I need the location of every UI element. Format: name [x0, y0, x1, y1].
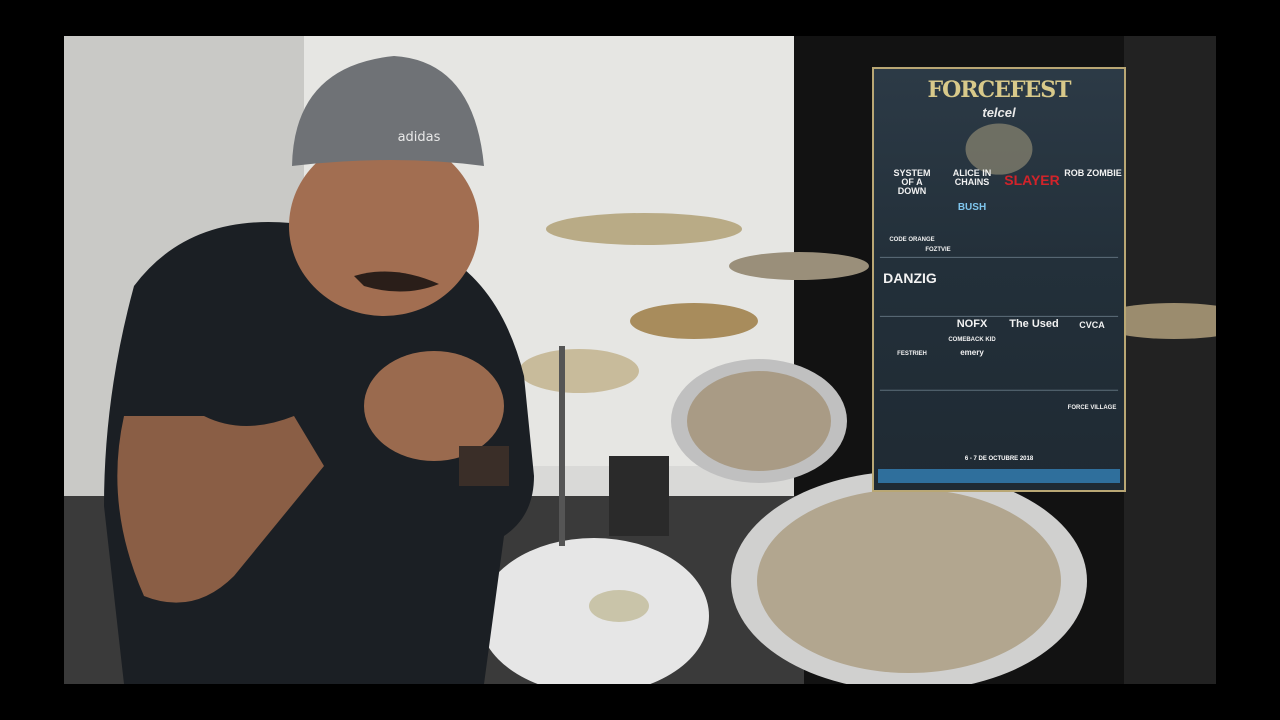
hihat-cymbal — [519, 349, 639, 393]
video-frame: adidas FORCEFEST telcel SYSTEM OF A DOWN… — [64, 36, 1216, 684]
band-3: SLAYER — [1004, 172, 1060, 188]
svg-text:adidas: adidas — [398, 130, 441, 145]
festival-poster: FORCEFEST telcel SYSTEM OF A DOWN ALICE … — [872, 67, 1126, 492]
band-15: FORCE VILLAGE — [1067, 405, 1117, 411]
band-1: SYSTEM OF A DOWN — [893, 168, 931, 196]
band-10: The Used — [1009, 318, 1059, 330]
band-14: FESTRIEH — [897, 351, 927, 357]
band-2: ALICE IN CHAINS — [952, 168, 992, 187]
band-4: ROB ZOMBIE — [1064, 168, 1122, 178]
poster-date: 6 - 7 DE OCTUBRE 2018 — [964, 456, 1034, 462]
band-12: COMEBACK KID — [948, 337, 996, 343]
drum-module — [609, 456, 669, 536]
band-6: CODE ORANGE — [889, 237, 935, 243]
ride-cymbal — [729, 252, 869, 280]
band-5: BUSH — [957, 202, 987, 213]
band-13: emery — [960, 348, 984, 357]
band-8: DANZIG — [883, 270, 937, 286]
band-9: NOFX — [956, 318, 988, 330]
poster-footer-bar — [878, 469, 1120, 483]
band-11: CVCA — [1079, 320, 1105, 330]
crash-cymbal — [546, 213, 742, 245]
band-7: FOZTVIE — [925, 247, 951, 253]
china-cymbal — [630, 303, 758, 339]
